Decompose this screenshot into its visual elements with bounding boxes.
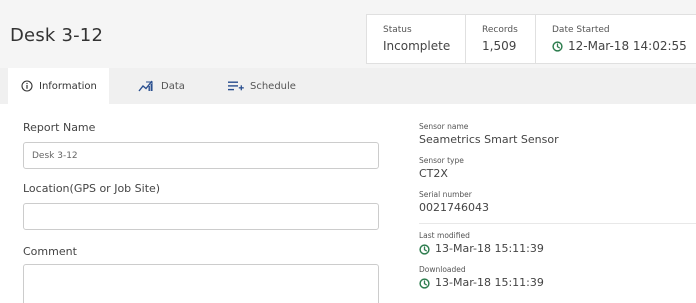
add-list-icon — [228, 81, 244, 91]
clock-icon — [419, 243, 430, 255]
date-started-text: 12-Mar-18 14:02:55 — [568, 39, 687, 53]
status-stat: Status Incomplete — [367, 15, 466, 63]
tab-data[interactable]: Data — [138, 68, 185, 104]
comment-label: Comment — [23, 245, 77, 258]
clock-icon — [419, 277, 430, 289]
last-modified-block: Last modified 13-Mar-18 15:11:39 — [419, 231, 544, 256]
location-label: Location(GPS or Job Site) — [23, 182, 161, 195]
last-modified-value: 13-Mar-18 15:11:39 — [419, 242, 544, 256]
sensor-type-block: Sensor type CT2X — [419, 156, 464, 181]
stats-panel: Status Incomplete Records 1,509 Date Sta… — [366, 14, 696, 64]
report-name-label: Report Name — [23, 121, 96, 134]
tab-schedule[interactable]: Schedule — [228, 68, 296, 104]
report-page: Desk 3-12 Status Incomplete Records 1,50… — [0, 0, 696, 303]
records-stat: Records 1,509 — [466, 15, 536, 63]
serial-number-block: Serial number 0021746043 — [419, 190, 489, 215]
serial-number-label: Serial number — [419, 190, 472, 199]
comment-input[interactable] — [23, 264, 379, 303]
sensor-name-value: Seametrics Smart Sensor — [419, 133, 559, 146]
status-value: Incomplete — [383, 39, 451, 53]
info-divider — [419, 223, 696, 224]
status-label: Status — [383, 25, 412, 35]
downloaded-block: Downloaded 13-Mar-18 15:11:39 — [419, 265, 544, 290]
tab-bar: Information Data Schedule — [0, 68, 696, 104]
tab-schedule-label: Schedule — [250, 80, 296, 92]
date-started-value: 12-Mar-18 14:02:55 — [552, 39, 696, 53]
location-input[interactable] — [23, 203, 379, 230]
chart-icon — [138, 80, 153, 92]
last-modified-label: Last modified — [419, 231, 470, 240]
records-value: 1,509 — [482, 39, 517, 53]
sensor-name-block: Sensor name Seametrics Smart Sensor — [419, 122, 559, 147]
downloaded-label: Downloaded — [419, 265, 466, 274]
date-started-label: Date Started — [552, 25, 610, 35]
serial-number-value: 0021746043 — [419, 201, 489, 214]
records-label: Records — [482, 25, 518, 35]
last-modified-text: 13-Mar-18 15:11:39 — [435, 242, 544, 255]
clock-icon — [552, 40, 563, 52]
tab-information-label: Information — [39, 80, 97, 92]
info-icon — [21, 80, 33, 92]
downloaded-text: 13-Mar-18 15:11:39 — [435, 276, 544, 289]
tab-data-label: Data — [161, 80, 185, 92]
page-title: Desk 3-12 — [10, 25, 104, 46]
report-header: Desk 3-12 Status Incomplete Records 1,50… — [0, 0, 696, 68]
date-started-stat: Date Started 12-Mar-18 14:02:55 — [536, 15, 696, 63]
tab-information[interactable]: Information — [8, 68, 109, 104]
sensor-type-value: CT2X — [419, 167, 448, 180]
sensor-type-label: Sensor type — [419, 156, 464, 165]
sensor-name-label: Sensor name — [419, 122, 469, 131]
downloaded-value: 13-Mar-18 15:11:39 — [419, 276, 544, 290]
report-name-input[interactable] — [23, 142, 379, 169]
